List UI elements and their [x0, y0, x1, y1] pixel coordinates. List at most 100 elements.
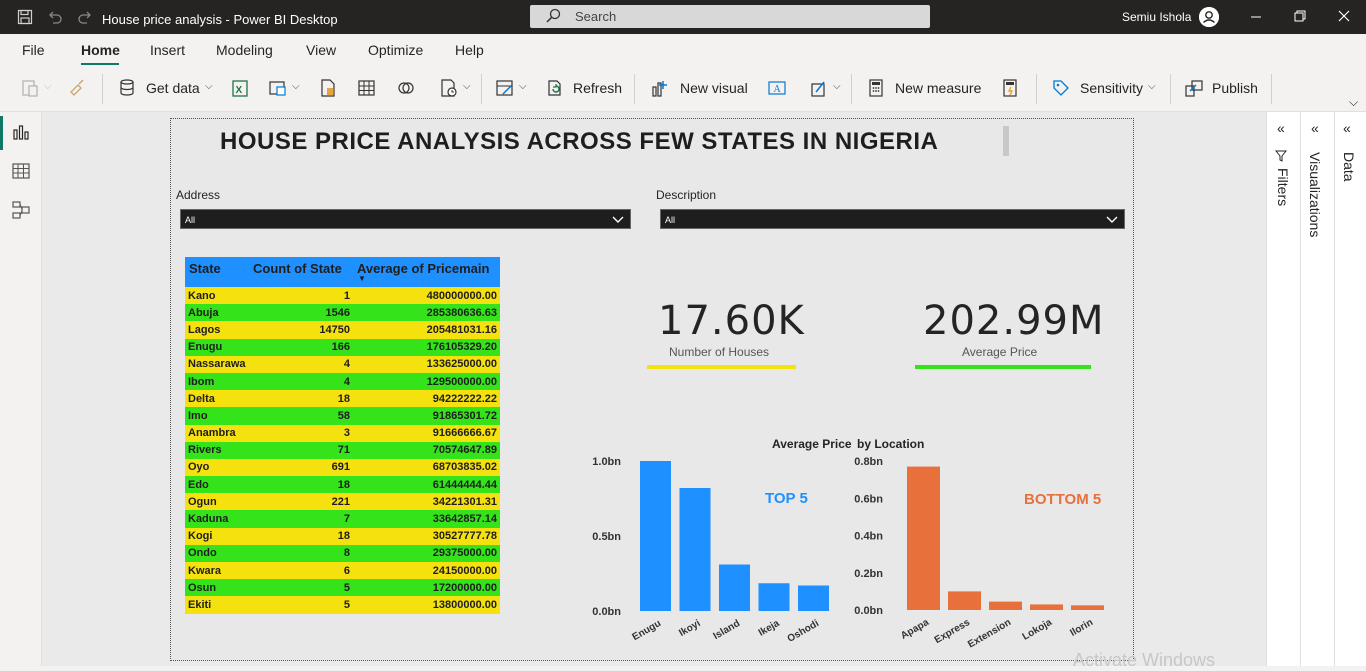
chart-bar[interactable]	[640, 461, 671, 611]
menu-optimize[interactable]: Optimize	[368, 42, 423, 58]
new-visual-button[interactable]: New visual	[680, 80, 748, 96]
menu-file[interactable]: File	[22, 42, 45, 58]
dataverse-icon[interactable]	[318, 78, 338, 98]
menu-view[interactable]: View	[306, 42, 336, 58]
table-row[interactable]: Oyo 691 68703835.02	[185, 458, 500, 477]
transform-data-icon[interactable]	[439, 78, 459, 98]
search-box[interactable]: Search	[530, 5, 930, 28]
avatar[interactable]	[1199, 7, 1219, 27]
sensitivity-icon[interactable]	[1051, 78, 1071, 98]
more-visuals-chevron-icon[interactable]: ⌵	[833, 81, 841, 92]
redo-icon[interactable]	[77, 9, 93, 28]
chart-bar[interactable]	[1071, 605, 1104, 610]
transform-chevron-icon[interactable]: ⌵	[463, 81, 471, 92]
column-header-count[interactable]: Count of State	[249, 257, 353, 287]
table-row[interactable]: Delta 18 94222222.22	[185, 390, 500, 408]
database-icon[interactable]	[118, 78, 138, 98]
chart-bar[interactable]	[948, 591, 981, 610]
user-name[interactable]: Semiu Ishola	[1122, 10, 1191, 24]
menu-modeling[interactable]: Modeling	[216, 42, 273, 58]
model-view-icon[interactable]	[11, 200, 31, 220]
average-price-by-location-charts[interactable]: 0.0bn 0.5bn 1.0bn Enugu Ikoyi Island Ikeja Osho…	[580, 430, 1120, 650]
collapse-data-icon[interactable]: «	[1343, 120, 1351, 136]
publish-icon[interactable]	[1184, 78, 1204, 98]
sensitivity-button[interactable]: Sensitivity	[1080, 80, 1143, 96]
quick-measure-icon[interactable]	[1000, 78, 1020, 98]
description-slicer[interactable]: All	[660, 209, 1125, 229]
report-view-icon[interactable]	[11, 122, 31, 142]
chart-bar[interactable]	[758, 583, 790, 611]
data-hub-icon[interactable]	[268, 78, 288, 98]
visualizations-pane[interactable]: « Visualizations	[1300, 112, 1334, 666]
table-row[interactable]: Kogi 18 30527777.78	[185, 527, 500, 545]
table-row[interactable]: Kwara 6 24150000.00	[185, 562, 500, 580]
calculator-icon[interactable]	[866, 78, 886, 98]
table-row[interactable]: Abuja 1546 285380636.63	[185, 304, 500, 322]
table-row[interactable]: Ibom 4 129500000.00	[185, 372, 500, 391]
table-row[interactable]: Ogun 221 34221301.31	[185, 493, 500, 511]
edit-queries-icon[interactable]	[495, 78, 515, 98]
table-row[interactable]: Imo 58 91865301.72	[185, 407, 500, 425]
chart-bar[interactable]	[719, 564, 750, 612]
collapse-filters-icon[interactable]: «	[1277, 120, 1285, 136]
edit-queries-chevron-icon[interactable]: ⌵	[519, 81, 527, 92]
chevron-down-icon[interactable]	[1106, 212, 1118, 224]
recent-sources-icon[interactable]	[396, 78, 416, 98]
chart-bar[interactable]	[679, 488, 711, 611]
table-row[interactable]: Rivers 71 70574647.89	[185, 441, 500, 459]
table-row[interactable]: Lagos 14750 205481031.16	[185, 321, 500, 339]
text-box-icon[interactable]: A	[767, 78, 787, 98]
refresh-icon[interactable]	[545, 78, 565, 98]
table-row[interactable]: Edo 18 61444444.44	[185, 476, 500, 494]
save-icon[interactable]	[17, 9, 33, 28]
undo-icon[interactable]	[47, 9, 63, 28]
chart-annotation: BOTTOM 5	[1024, 491, 1101, 508]
refresh-button[interactable]: Refresh	[573, 80, 622, 96]
get-data-chevron-icon[interactable]: ⌵	[205, 81, 213, 92]
data-pane[interactable]: « Data	[1334, 112, 1366, 666]
table-row[interactable]: Nassarawa 4 133625000.00	[185, 355, 500, 373]
more-visuals-icon[interactable]	[809, 78, 829, 98]
menu-help[interactable]: Help	[455, 42, 484, 58]
publish-button[interactable]: Publish	[1212, 80, 1258, 96]
restore-icon[interactable]	[1294, 8, 1306, 27]
chart-bar[interactable]	[798, 585, 829, 612]
filters-pane[interactable]: « Filters	[1266, 112, 1300, 666]
table-row[interactable]: Osun 5 17200000.00	[185, 579, 500, 597]
count-cell: 5	[249, 579, 353, 597]
menu-insert[interactable]: Insert	[150, 42, 185, 58]
get-data-button[interactable]: Get data	[146, 80, 200, 96]
address-slicer[interactable]: All	[180, 209, 631, 229]
table-row[interactable]: Enugu 166 176105329.20	[185, 338, 500, 356]
table-row[interactable]: Ondo 8 29375000.00	[185, 544, 500, 562]
paste-chevron-icon[interactable]: ⌵	[44, 81, 52, 92]
column-header-state[interactable]: State	[185, 257, 249, 287]
sensitivity-chevron-icon[interactable]: ⌵	[1148, 81, 1156, 92]
menu-home[interactable]: Home	[81, 42, 120, 58]
table-row[interactable]: Kano 1 480000000.00	[185, 287, 500, 305]
excel-icon[interactable]: X	[231, 78, 251, 98]
table-view-icon[interactable]	[11, 161, 31, 181]
average-price-cell: 61444444.44	[353, 476, 500, 494]
new-measure-button[interactable]: New measure	[895, 80, 981, 96]
collapse-ribbon-icon[interactable]: ⌵	[1349, 95, 1358, 110]
enter-data-icon[interactable]	[357, 78, 377, 98]
minimize-icon[interactable]	[1250, 8, 1262, 27]
close-icon[interactable]	[1338, 8, 1350, 27]
table-row[interactable]: Ekiti 5 13800000.00	[185, 596, 500, 614]
table-row[interactable]: Kaduna 7 33642857.14	[185, 510, 500, 528]
chevron-down-icon[interactable]	[612, 212, 624, 224]
collapse-visualizations-icon[interactable]: «	[1311, 120, 1319, 136]
count-cell: 7	[249, 510, 353, 528]
chart-bar[interactable]	[907, 466, 940, 610]
format-painter-icon[interactable]	[68, 78, 88, 98]
column-header-average-price[interactable]: Average of Pricemain ▼	[353, 257, 500, 287]
table-row[interactable]: Anambra 3 91666666.67	[185, 424, 500, 442]
chart-bar[interactable]	[989, 601, 1022, 610]
state-price-table[interactable]: State Count of State Average of Pricemai…	[185, 257, 500, 614]
chart-bar[interactable]	[1030, 604, 1063, 610]
x-tick-label: Ikeja	[757, 618, 782, 639]
new-visual-icon[interactable]	[650, 78, 670, 98]
paste-icon[interactable]	[20, 78, 40, 98]
data-hub-chevron-icon[interactable]: ⌵	[292, 81, 300, 92]
